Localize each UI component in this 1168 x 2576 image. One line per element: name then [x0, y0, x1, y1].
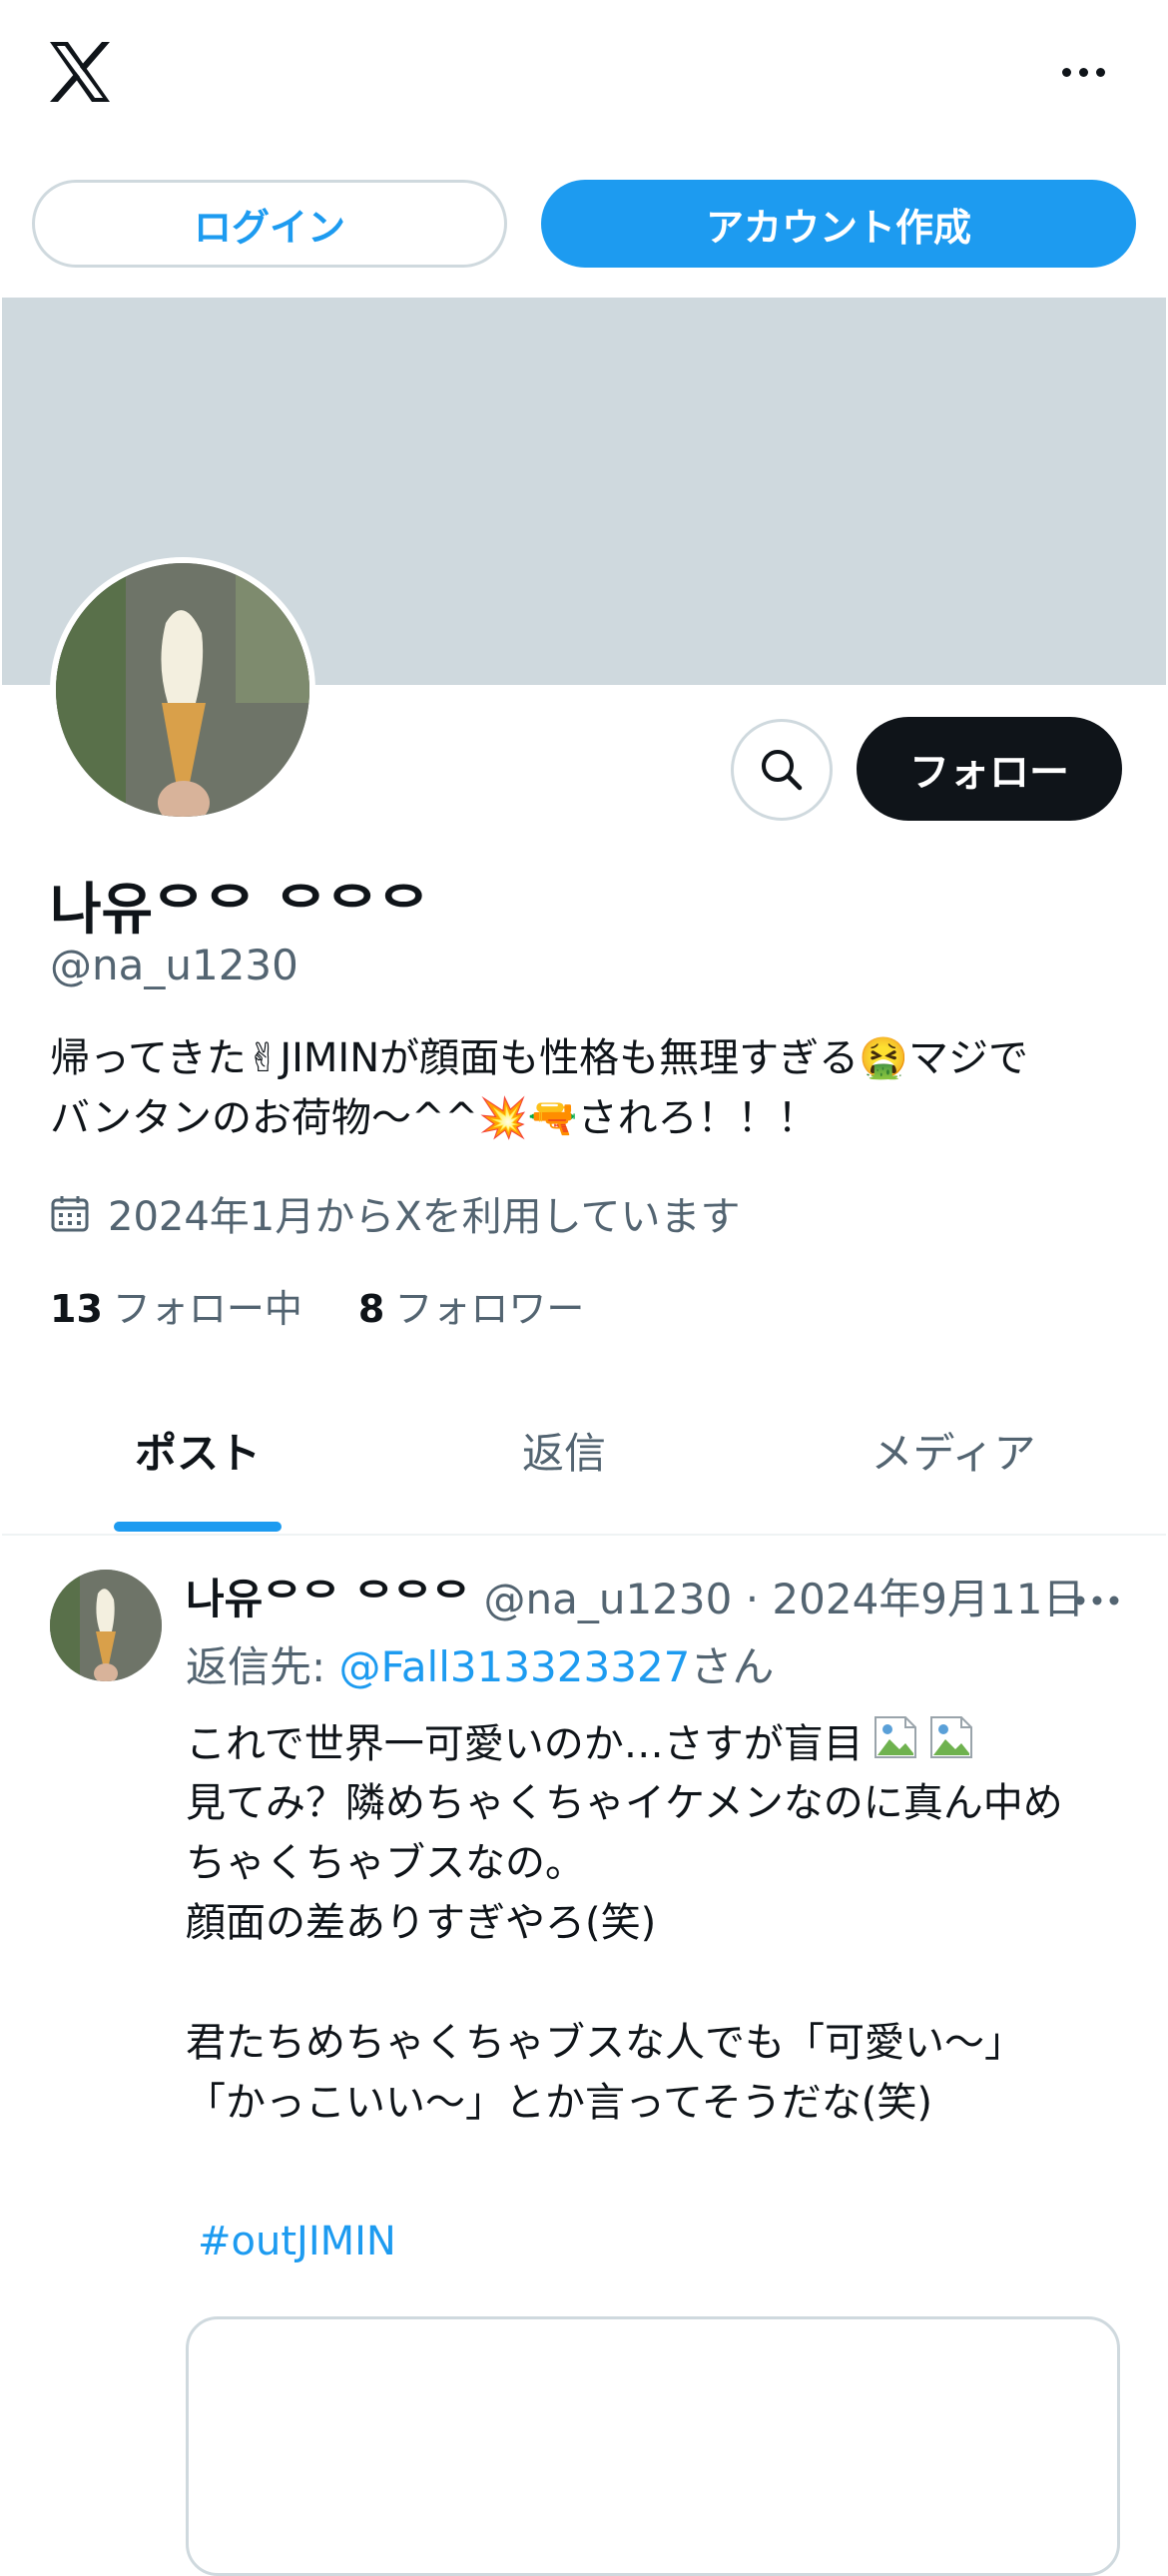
reply-prefix: 返信先:: [186, 1642, 339, 1691]
separator: ·: [745, 1575, 760, 1623]
post-date[interactable]: 2024年9月11日: [772, 1575, 1084, 1623]
tab-replies[interactable]: 返信: [469, 1420, 659, 1481]
followers-label: フォロワー: [394, 1287, 585, 1331]
tab-selected-indicator: [114, 1522, 282, 1532]
reply-suffix: さん: [690, 1642, 775, 1691]
tab-posts[interactable]: ポスト: [80, 1420, 315, 1481]
post-avatar[interactable]: [50, 1570, 162, 1681]
post-header: 나유ᄋᄋ ᄋᄋᄋ @na_u1230 · 2024年9月11日: [186, 1566, 1084, 1626]
more-horizontal-icon[interactable]: [1058, 52, 1110, 92]
followers-count: 8: [357, 1287, 385, 1331]
following-label: フォロー中: [112, 1287, 302, 1331]
calendar-icon: [51, 1196, 89, 1232]
followers-link[interactable]: 8 フォロワー: [358, 1278, 584, 1333]
follow-button[interactable]: フォロー: [857, 717, 1122, 821]
profile-handle: @na_u1230: [50, 941, 298, 989]
joined-text: 2024年1月からXを利用しています: [108, 1194, 741, 1240]
profile-bio: 帰ってきた✌JIMINが顔面も性格も無理すぎる🤮マジで バンタンのお荷物〜^^💥…: [50, 1028, 1128, 1148]
profile-avatar[interactable]: [50, 557, 315, 823]
search-profile-button[interactable]: [731, 719, 833, 821]
broken-image-icon: [874, 1716, 916, 1758]
display-name: 나유ᄋᄋ ᄋᄋᄋ: [50, 878, 430, 943]
reply-handle-link[interactable]: @Fall313323327: [339, 1642, 691, 1691]
search-icon: [762, 750, 803, 791]
divider: [2, 1534, 1166, 1536]
bio-line: バンタンのお荷物〜^^💥🔫されろ！！！: [50, 1095, 818, 1141]
create-account-button[interactable]: アカウント作成: [541, 180, 1136, 268]
follow-stats: 13 フォロー中 8 フォロワー: [50, 1278, 584, 1333]
following-link[interactable]: 13 フォロー中: [50, 1278, 302, 1333]
post-text-line: 君たちめちゃくちゃブスな人でも「可愛い〜」: [186, 2020, 1024, 2066]
post-more-icon[interactable]: [1072, 1584, 1122, 1617]
post-text-line: [186, 1953, 1144, 2013]
x-logo-icon[interactable]: [44, 36, 116, 108]
broken-image-icon: [929, 1716, 972, 1758]
post-text-line: 「かっこいい〜」とか言ってそうだな(笑): [186, 2080, 933, 2126]
bio-line: 帰ってきた✌JIMINが顔面も性格も無理すぎる🤮マジで: [50, 1035, 1028, 1081]
post-text-line: ちゃくちゃブスなの。: [186, 1840, 585, 1886]
hashtag-link[interactable]: #outJIMIN: [198, 2219, 396, 2264]
login-button[interactable]: ログイン: [32, 180, 507, 268]
joined-date: 2024年1月からXを利用しています: [50, 1184, 740, 1242]
post-author-name[interactable]: 나유ᄋᄋ ᄋᄋᄋ: [186, 1575, 470, 1623]
post-text-line: これで世界一可愛いのか…さすが盲目: [186, 1713, 1144, 1773]
post-text-segment: これで世界一可愛いのか…さすが盲目: [186, 1721, 864, 1767]
post-text-line: 顔面の差ありすぎやろ(笑): [186, 1900, 657, 1946]
tab-media[interactable]: メディア: [839, 1420, 1068, 1481]
post-text-line: 見てみ？隣めちゃくちゃイケメンなのに真ん中め: [186, 1780, 1063, 1826]
post-author-handle[interactable]: @na_u1230: [483, 1575, 732, 1623]
following-count: 13: [50, 1287, 103, 1331]
post-text: これで世界一可愛いのか…さすが盲目 見てみ？隣めちゃくちゃイケメンなのに真ん中め…: [186, 1713, 1144, 2133]
reply-context: 返信先: @Fall313323327さん: [186, 1633, 774, 1694]
post-media-card[interactable]: [186, 2316, 1120, 2576]
